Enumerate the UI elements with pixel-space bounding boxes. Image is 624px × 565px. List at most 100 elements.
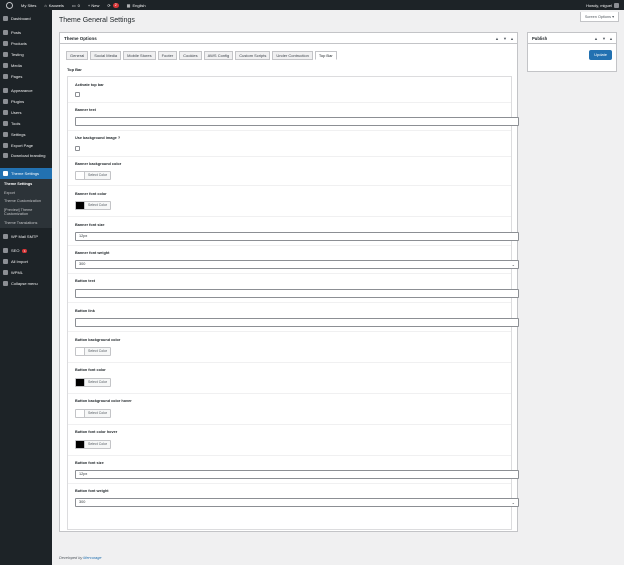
comments-menu[interactable]: ▭ 0 — [68, 0, 84, 10]
move-down-icon[interactable]: ▼ — [503, 36, 507, 41]
page-icon — [3, 74, 8, 79]
sidebar-item-all-import[interactable]: All Import — [0, 256, 52, 267]
sidebar-item-label: WP Mail SMTP — [11, 234, 39, 239]
submenu-theme-translations[interactable]: Theme Translations — [0, 219, 52, 228]
sidebar-item-testing[interactable]: Testing — [0, 49, 52, 60]
tab-under-construction[interactable]: Under Contruction — [272, 51, 313, 60]
move-up-icon[interactable]: ▲ — [495, 36, 499, 41]
tab-cookies[interactable]: Cookies — [179, 51, 202, 60]
select-color-button[interactable]: Select Color — [85, 172, 110, 179]
toggle-panel-icon[interactable]: ▴ — [610, 36, 612, 41]
tab-general[interactable]: General — [66, 51, 89, 60]
updates-menu[interactable]: ⟳ 2 — [103, 0, 122, 10]
use-bg-image-checkbox[interactable] — [75, 146, 80, 151]
page-title: Theme General Settings — [59, 17, 135, 24]
tab-aws-config[interactable]: AWS Config — [203, 51, 234, 60]
color-swatch — [76, 410, 85, 417]
move-down-icon[interactable]: ▼ — [602, 36, 606, 41]
select-color-button[interactable]: Select Color — [85, 410, 110, 417]
submenu-export[interactable]: Export — [0, 189, 52, 198]
color-swatch — [76, 441, 85, 448]
chevron-down-icon: ⌄ — [511, 500, 515, 505]
button-link-input[interactable] — [75, 318, 519, 327]
button-font-hover-picker[interactable]: Select Color — [75, 440, 112, 449]
sidebar-item-plugins[interactable]: Plugins — [0, 96, 52, 107]
new-content-label: + New — [87, 2, 100, 8]
sidebar-item-collapse[interactable]: Collapse menu — [0, 278, 52, 289]
sidebar-item-posts[interactable]: Posts — [0, 27, 52, 38]
sidebar-item-theme-settings[interactable]: Theme Settings — [0, 168, 52, 179]
select-color-button[interactable]: Select Color — [85, 441, 110, 448]
button-font-size-label: Button font size — [75, 461, 104, 465]
sidebar-item-media[interactable]: Media — [0, 60, 52, 71]
new-content-menu[interactable]: + New — [84, 0, 103, 10]
my-sites-menu[interactable]: My Sites — [17, 0, 40, 10]
sidebar-item-users[interactable]: Users — [0, 107, 52, 118]
move-up-icon[interactable]: ▲ — [594, 36, 598, 41]
submenu-theme-settings[interactable]: Theme Settings — [0, 180, 52, 189]
banner-bg-color-picker[interactable]: Select Color — [75, 171, 112, 180]
import-icon — [3, 259, 8, 264]
banner-font-color-picker[interactable]: Select Color — [75, 201, 112, 210]
footer-link[interactable]: Mercurage — [83, 556, 101, 560]
tab-mobile-stores[interactable]: Mobile Stores — [123, 51, 156, 60]
postbox-handles: ▲ ▼ ▴ — [594, 36, 612, 41]
button-text-label: Button text — [75, 279, 96, 283]
wp-logo-menu[interactable] — [0, 0, 17, 10]
sidebar-item-pages[interactable]: Pages — [0, 71, 52, 82]
banner-font-weight-select[interactable]: 300 ⌄ — [75, 260, 519, 269]
sidebar-item-label: Appearance — [11, 88, 33, 93]
sidebar-item-appearance[interactable]: Appearance — [0, 85, 52, 96]
activate-top-bar-checkbox[interactable] — [75, 92, 80, 97]
sidebar-item-products[interactable]: Products — [0, 38, 52, 49]
select-color-button[interactable]: Select Color — [85, 202, 110, 209]
language-menu[interactable]: ▦ English — [123, 0, 150, 10]
banner-font-size-input[interactable]: 12px — [75, 232, 519, 241]
comments-count: 0 — [77, 2, 80, 8]
postbox-handles: ▲ ▼ ▴ — [495, 36, 513, 41]
button-font-weight-select[interactable]: 300 ⌄ — [75, 498, 519, 507]
account-menu[interactable]: Howdy, miguel — [586, 2, 624, 8]
updates-icon: ⟳ — [107, 2, 111, 8]
sidebar-item-seo[interactable]: SEO 1 — [0, 245, 52, 256]
sidebar-item-download-branding[interactable]: Download branding — [0, 151, 52, 165]
submenu-theme-customization[interactable]: Theme Customization — [0, 197, 52, 206]
select-color-button[interactable]: Select Color — [85, 379, 110, 386]
screen-options-button[interactable]: Screen Options ▾ — [579, 12, 619, 22]
button-font-color-picker[interactable]: Select Color — [75, 378, 112, 387]
language-label: English — [132, 2, 146, 8]
tab-footer[interactable]: Footer — [157, 51, 178, 60]
seo-badge: 1 — [22, 248, 28, 253]
sidebar-item-label: Users — [11, 110, 22, 115]
banner-text-input[interactable] — [75, 117, 519, 126]
media-icon — [3, 63, 8, 68]
mail-icon — [3, 234, 8, 239]
sidebar-item-wpml[interactable]: WPML — [0, 267, 52, 278]
publish-header: Publish ▲ ▼ ▴ — [528, 33, 616, 44]
submenu-preview-customization[interactable]: [Preview] Theme Customization — [0, 206, 52, 219]
tab-custom-scripts[interactable]: Custom Scripts — [235, 51, 271, 60]
theme-options-box: Theme Options ▲ ▼ ▴ General Social Media… — [59, 32, 519, 532]
tab-social-media[interactable]: Social Media — [90, 51, 122, 60]
publish-box: Publish ▲ ▼ ▴ Update — [527, 32, 617, 72]
toggle-panel-icon[interactable]: ▴ — [511, 36, 513, 41]
use-bg-image-label: Use background image ? — [75, 136, 121, 140]
sidebar-item-label: Theme Settings — [11, 171, 40, 176]
select-color-button[interactable]: Select Color — [85, 348, 110, 355]
button-text-input[interactable] — [75, 289, 519, 298]
banner-font-weight-label: Banner font weight — [75, 251, 110, 255]
update-button[interactable]: Update — [589, 50, 612, 60]
button-link-label: Button link — [75, 309, 95, 313]
tab-top-bar[interactable]: Top Bar — [314, 51, 337, 60]
button-bg-hover-picker[interactable]: Select Color — [75, 409, 112, 418]
color-swatch — [76, 348, 85, 355]
site-name-menu[interactable]: ⌂ Kaowels — [40, 0, 68, 10]
main-content: Screen Options ▾ Theme General Settings … — [52, 10, 624, 565]
sidebar-item-export-page[interactable]: Export Page — [0, 140, 52, 151]
sidebar-item-dashboard[interactable]: Dashboard — [0, 13, 52, 24]
sidebar-item-tools[interactable]: Tools — [0, 118, 52, 129]
sidebar-item-settings[interactable]: Settings — [0, 129, 52, 140]
button-font-size-input[interactable]: 12px — [75, 470, 519, 479]
button-bg-color-picker[interactable]: Select Color — [75, 347, 112, 356]
sidebar-item-wp-mail-smtp[interactable]: WP Mail SMTP — [0, 231, 52, 242]
